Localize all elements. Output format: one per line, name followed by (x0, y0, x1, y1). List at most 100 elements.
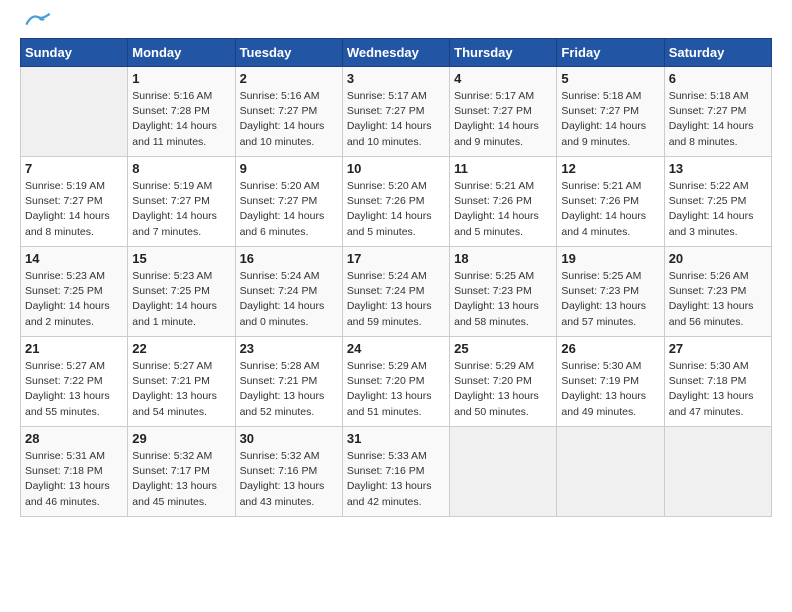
header-monday: Monday (128, 39, 235, 67)
calendar-cell: 23 Sunrise: 5:28 AM Sunset: 7:21 PM Dayli… (235, 337, 342, 427)
day-info: Sunrise: 5:31 AM Sunset: 7:18 PM Dayligh… (25, 449, 123, 510)
day-info: Sunrise: 5:17 AM Sunset: 7:27 PM Dayligh… (454, 89, 552, 150)
day-info: Sunrise: 5:18 AM Sunset: 7:27 PM Dayligh… (669, 89, 767, 150)
logo-bird-icon (24, 12, 52, 30)
header-tuesday: Tuesday (235, 39, 342, 67)
calendar-week-row: 1 Sunrise: 5:16 AM Sunset: 7:28 PM Daylig… (21, 67, 772, 157)
header-wednesday: Wednesday (342, 39, 449, 67)
calendar-cell: 8 Sunrise: 5:19 AM Sunset: 7:27 PM Daylig… (128, 157, 235, 247)
calendar-cell: 6 Sunrise: 5:18 AM Sunset: 7:27 PM Daylig… (664, 67, 771, 157)
calendar-cell: 9Sunrise: 5:20 AM Sunset: 7:27 PM Daylig… (235, 157, 342, 247)
calendar-cell: 14 Sunrise: 5:23 AM Sunset: 7:25 PM Dayli… (21, 247, 128, 337)
day-number: 31 (347, 431, 445, 446)
day-number: 30 (240, 431, 338, 446)
calendar-cell: 19 Sunrise: 5:25 AM Sunset: 7:23 PM Dayli… (557, 247, 664, 337)
calendar-cell: 30 Sunrise: 5:32 AM Sunset: 7:16 PM Dayli… (235, 427, 342, 517)
day-number: 11 (454, 161, 552, 176)
day-info: Sunrise: 5:18 AM Sunset: 7:27 PM Dayligh… (561, 89, 659, 150)
day-number: 9 (240, 161, 338, 176)
calendar-cell: 25 Sunrise: 5:29 AM Sunset: 7:20 PM Dayli… (450, 337, 557, 427)
day-number: 8 (132, 161, 230, 176)
calendar-cell: 4 Sunrise: 5:17 AM Sunset: 7:27 PM Daylig… (450, 67, 557, 157)
calendar-week-row: 7 Sunrise: 5:19 AM Sunset: 7:27 PM Daylig… (21, 157, 772, 247)
day-number: 17 (347, 251, 445, 266)
calendar-cell (21, 67, 128, 157)
day-number: 27 (669, 341, 767, 356)
day-info: Sunrise: 5:17 AM Sunset: 7:27 PM Dayligh… (347, 89, 445, 150)
day-number: 12 (561, 161, 659, 176)
day-info: Sunrise: 5:16 AM Sunset: 7:28 PM Dayligh… (132, 89, 230, 150)
header-friday: Friday (557, 39, 664, 67)
day-number: 4 (454, 71, 552, 86)
header-sunday: Sunday (21, 39, 128, 67)
day-number: 13 (669, 161, 767, 176)
day-number: 16 (240, 251, 338, 266)
calendar-week-row: 14 Sunrise: 5:23 AM Sunset: 7:25 PM Dayli… (21, 247, 772, 337)
calendar-cell: 3 Sunrise: 5:17 AM Sunset: 7:27 PM Daylig… (342, 67, 449, 157)
calendar-header-row: SundayMondayTuesdayWednesdayThursdayFrid… (21, 39, 772, 67)
day-info: Sunrise: 5:33 AM Sunset: 7:16 PM Dayligh… (347, 449, 445, 510)
calendar-cell: 17 Sunrise: 5:24 AM Sunset: 7:24 PM Dayli… (342, 247, 449, 337)
day-info: Sunrise: 5:20 AM Sunset: 7:26 PM Dayligh… (347, 179, 445, 240)
day-number: 14 (25, 251, 123, 266)
day-number: 25 (454, 341, 552, 356)
day-number: 23 (240, 341, 338, 356)
calendar-cell: 28 Sunrise: 5:31 AM Sunset: 7:18 PM Dayli… (21, 427, 128, 517)
day-info: Sunrise: 5:25 AM Sunset: 7:23 PM Dayligh… (454, 269, 552, 330)
calendar-cell: 5 Sunrise: 5:18 AM Sunset: 7:27 PM Daylig… (557, 67, 664, 157)
calendar-cell: 31 Sunrise: 5:33 AM Sunset: 7:16 PM Dayli… (342, 427, 449, 517)
day-info: Sunrise: 5:30 AM Sunset: 7:19 PM Dayligh… (561, 359, 659, 420)
day-number: 26 (561, 341, 659, 356)
day-number: 19 (561, 251, 659, 266)
day-info: Sunrise: 5:29 AM Sunset: 7:20 PM Dayligh… (347, 359, 445, 420)
day-number: 10 (347, 161, 445, 176)
calendar-cell: 13 Sunrise: 5:22 AM Sunset: 7:25 PM Dayli… (664, 157, 771, 247)
day-number: 22 (132, 341, 230, 356)
day-info: Sunrise: 5:32 AM Sunset: 7:16 PM Dayligh… (240, 449, 338, 510)
calendar-cell: 10 Sunrise: 5:20 AM Sunset: 7:26 PM Dayli… (342, 157, 449, 247)
day-info: Sunrise: 5:19 AM Sunset: 7:27 PM Dayligh… (25, 179, 123, 240)
calendar-cell: 27 Sunrise: 5:30 AM Sunset: 7:18 PM Dayli… (664, 337, 771, 427)
day-info: Sunrise: 5:27 AM Sunset: 7:22 PM Dayligh… (25, 359, 123, 420)
day-info: Sunrise: 5:16 AM Sunset: 7:27 PM Dayligh… (240, 89, 338, 150)
day-info: Sunrise: 5:29 AM Sunset: 7:20 PM Dayligh… (454, 359, 552, 420)
day-number: 6 (669, 71, 767, 86)
calendar-cell: 22 Sunrise: 5:27 AM Sunset: 7:21 PM Dayli… (128, 337, 235, 427)
day-info: Sunrise: 5:32 AM Sunset: 7:17 PM Dayligh… (132, 449, 230, 510)
calendar-cell: 24Sunrise: 5:29 AM Sunset: 7:20 PM Dayli… (342, 337, 449, 427)
calendar-week-row: 21 Sunrise: 5:27 AM Sunset: 7:22 PM Dayli… (21, 337, 772, 427)
day-info: Sunrise: 5:19 AM Sunset: 7:27 PM Dayligh… (132, 179, 230, 240)
calendar-table: SundayMondayTuesdayWednesdayThursdayFrid… (20, 38, 772, 517)
calendar-week-row: 28 Sunrise: 5:31 AM Sunset: 7:18 PM Dayli… (21, 427, 772, 517)
calendar-cell: 12 Sunrise: 5:21 AM Sunset: 7:26 PM Dayli… (557, 157, 664, 247)
day-number: 15 (132, 251, 230, 266)
logo (20, 20, 52, 30)
day-number: 28 (25, 431, 123, 446)
calendar-cell (664, 427, 771, 517)
day-number: 3 (347, 71, 445, 86)
calendar-cell: 29Sunrise: 5:32 AM Sunset: 7:17 PM Dayli… (128, 427, 235, 517)
day-number: 1 (132, 71, 230, 86)
day-info: Sunrise: 5:25 AM Sunset: 7:23 PM Dayligh… (561, 269, 659, 330)
day-number: 21 (25, 341, 123, 356)
day-info: Sunrise: 5:27 AM Sunset: 7:21 PM Dayligh… (132, 359, 230, 420)
day-info: Sunrise: 5:24 AM Sunset: 7:24 PM Dayligh… (347, 269, 445, 330)
calendar-cell: 11 Sunrise: 5:21 AM Sunset: 7:26 PM Dayli… (450, 157, 557, 247)
header-saturday: Saturday (664, 39, 771, 67)
day-info: Sunrise: 5:26 AM Sunset: 7:23 PM Dayligh… (669, 269, 767, 330)
calendar-cell: 1 Sunrise: 5:16 AM Sunset: 7:28 PM Daylig… (128, 67, 235, 157)
page-header (20, 20, 772, 30)
day-info: Sunrise: 5:30 AM Sunset: 7:18 PM Dayligh… (669, 359, 767, 420)
calendar-cell (557, 427, 664, 517)
day-info: Sunrise: 5:23 AM Sunset: 7:25 PM Dayligh… (25, 269, 123, 330)
day-number: 7 (25, 161, 123, 176)
day-info: Sunrise: 5:21 AM Sunset: 7:26 PM Dayligh… (454, 179, 552, 240)
day-info: Sunrise: 5:21 AM Sunset: 7:26 PM Dayligh… (561, 179, 659, 240)
day-info: Sunrise: 5:28 AM Sunset: 7:21 PM Dayligh… (240, 359, 338, 420)
day-info: Sunrise: 5:22 AM Sunset: 7:25 PM Dayligh… (669, 179, 767, 240)
day-number: 2 (240, 71, 338, 86)
calendar-cell: 21 Sunrise: 5:27 AM Sunset: 7:22 PM Dayli… (21, 337, 128, 427)
day-number: 5 (561, 71, 659, 86)
calendar-cell: 26 Sunrise: 5:30 AM Sunset: 7:19 PM Dayli… (557, 337, 664, 427)
day-number: 20 (669, 251, 767, 266)
